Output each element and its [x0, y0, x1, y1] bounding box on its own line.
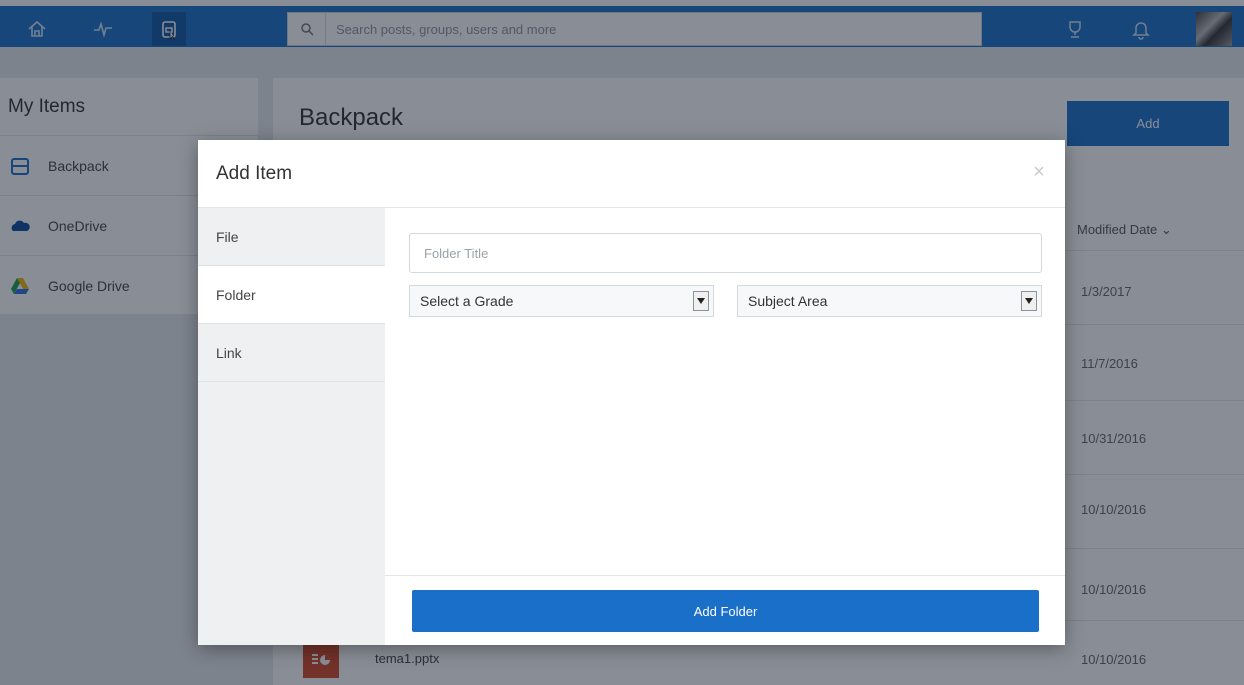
chevron-down-icon[interactable] — [1021, 291, 1037, 311]
chevron-down-icon[interactable] — [693, 291, 709, 311]
add-folder-button[interactable]: Add Folder — [412, 590, 1039, 632]
subject-area-select[interactable]: Subject Area — [737, 285, 1042, 317]
item-type-tabs: File Folder Link — [198, 208, 385, 645]
folder-form-panel: Select a Grade Subject Area Add Folder — [385, 208, 1065, 645]
grade-select[interactable]: Select a Grade — [409, 285, 714, 317]
tab-folder[interactable]: Folder — [198, 266, 385, 324]
close-icon[interactable]: × — [1027, 160, 1051, 184]
tab-file[interactable]: File — [198, 208, 385, 266]
grade-select-value: Select a Grade — [420, 293, 514, 309]
subject-select-value: Subject Area — [748, 293, 828, 309]
add-item-modal: Add Item × File Folder Link Select a Gra… — [198, 140, 1065, 645]
modal-footer: Add Folder — [385, 575, 1065, 645]
tab-link[interactable]: Link — [198, 324, 385, 382]
modal-header: Add Item × — [198, 140, 1065, 208]
modal-title: Add Item — [216, 163, 293, 184]
tabs-filler — [198, 382, 385, 645]
folder-title-input[interactable] — [409, 233, 1042, 273]
